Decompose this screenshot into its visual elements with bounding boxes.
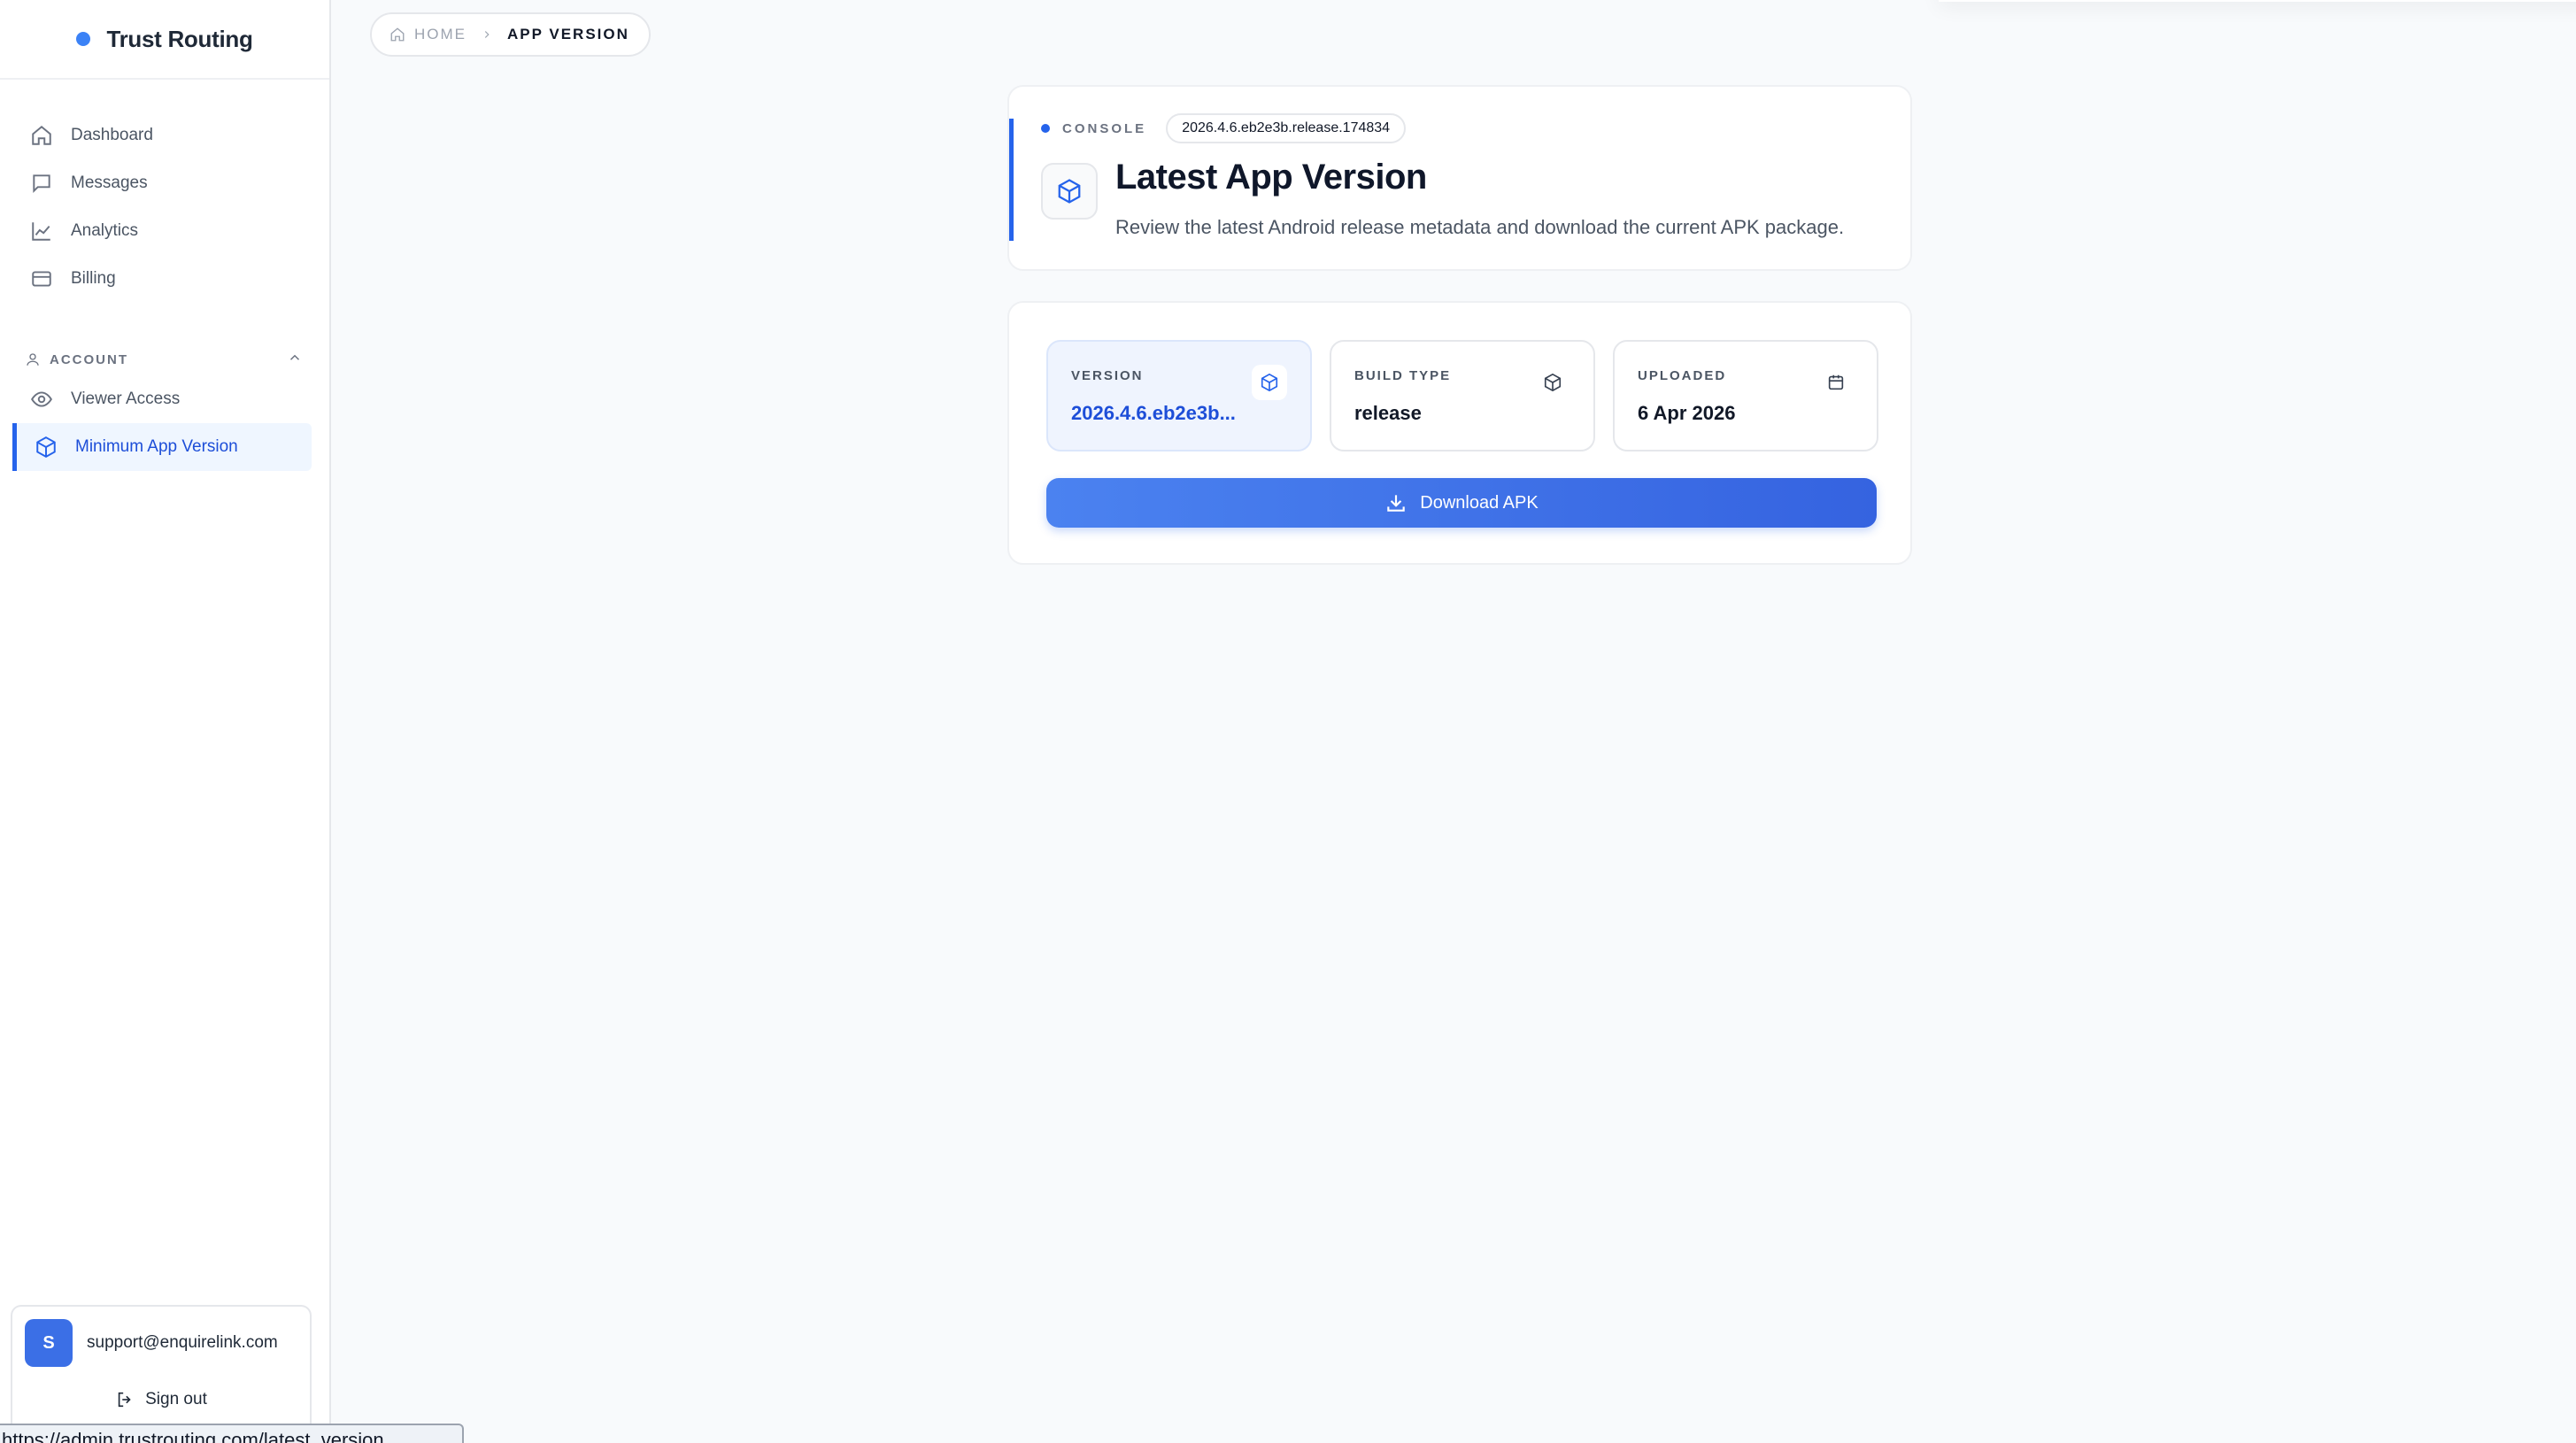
account-section-toggle[interactable]: ACCOUNT [25,343,303,375]
logout-icon [118,1392,131,1408]
sidebar-item-minimum-app-version[interactable]: Minimum App Version [12,423,312,471]
tile-value: release [1354,402,1422,424]
sign-out-button[interactable]: Sign out [12,1390,310,1409]
package-icon [1058,179,1081,204]
sign-out-label: Sign out [145,1390,207,1408]
avatar[interactable]: S [25,1319,73,1367]
sidebar-item-label: Viewer Access [71,390,181,408]
eye-icon [31,391,52,407]
breadcrumb-home-link[interactable]: HOME [414,26,467,43]
version-badge: 2026.4.6.eb2e3b.release.174834 [1166,113,1407,143]
chart-line-icon [32,222,50,241]
download-icon [1387,495,1406,512]
sidebar-item-dashboard[interactable]: Dashboard [18,112,312,159]
tile-label: UPLOADED [1638,368,1727,383]
user-email: support@enquirelink.com [87,1333,278,1352]
download-apk-label: Download APK [1420,492,1539,513]
brand[interactable]: Trust Routing [0,0,329,80]
sidebar-item-messages[interactable]: Messages [18,159,312,207]
page-header-card: CONSOLE 2026.4.6.eb2e3b.release.174834 L… [1007,85,1912,271]
app-version-info-card: VERSION 2026.4.6.eb2e3b... BUILD TYPE re… [1007,301,1912,565]
home-icon [32,125,51,145]
sidebar-item-label: Analytics [71,221,139,240]
sidebar-item-label: Minimum App Version [75,437,238,456]
credit-card-icon [32,271,51,287]
tile-label: BUILD TYPE [1354,368,1452,383]
breadcrumb: HOME APP VERSION [370,12,651,57]
top-overlay-edge [1939,0,2576,2]
user-icon [27,353,39,366]
tile-value: 6 Apr 2026 [1638,402,1736,424]
version-tile: VERSION 2026.4.6.eb2e3b... [1046,340,1312,451]
status-url-tooltip: https://admin.trustrouting.com/latest_ve… [0,1424,464,1443]
sidebar-item-label: Dashboard [71,126,153,144]
console-label: CONSOLE [1062,120,1147,136]
breadcrumb-current: APP VERSION [507,26,629,42]
sidebar-item-analytics[interactable]: Analytics [18,207,312,255]
sidebar-item-billing[interactable]: Billing [18,255,312,303]
package-icon [36,436,56,458]
uploaded-tile: UPLOADED 6 Apr 2026 [1613,340,1878,451]
download-apk-button[interactable]: Download APK [1046,478,1877,528]
user-card: S support@enquirelink.com Sign out [11,1305,312,1443]
package-icon [1544,373,1562,392]
page-subtitle: Review the latest Android release metada… [1115,216,1845,238]
message-icon [33,174,50,194]
main-nav: Dashboard Messages Analytics Billing ACC… [0,80,329,471]
page-title: Latest App Version [1115,158,1427,197]
brand-name: Trust Routing [106,25,253,52]
tile-label: VERSION [1071,368,1144,383]
chevron-right-icon [484,31,490,38]
build-type-tile: BUILD TYPE release [1330,340,1595,451]
chevron-up-icon [289,354,300,360]
sidebar: Trust Routing Dashboard Messages Analyti… [0,0,331,1443]
package-icon [1261,373,1278,392]
brand-dot [76,32,91,46]
sidebar-item-viewer-access[interactable]: Viewer Access [18,375,312,423]
tile-value: 2026.4.6.eb2e3b... [1071,402,1236,424]
calendar-icon [1828,374,1844,390]
sidebar-item-label: Billing [71,269,116,288]
sidebar-item-label: Messages [71,174,148,192]
account-section-title: ACCOUNT [50,351,128,367]
accent-bar [1009,119,1014,241]
console-dot [1041,124,1050,133]
home-icon [390,27,405,42]
console-row: CONSOLE 2026.4.6.eb2e3b.release.174834 [1041,113,1407,143]
header-icon-box [1041,163,1098,220]
